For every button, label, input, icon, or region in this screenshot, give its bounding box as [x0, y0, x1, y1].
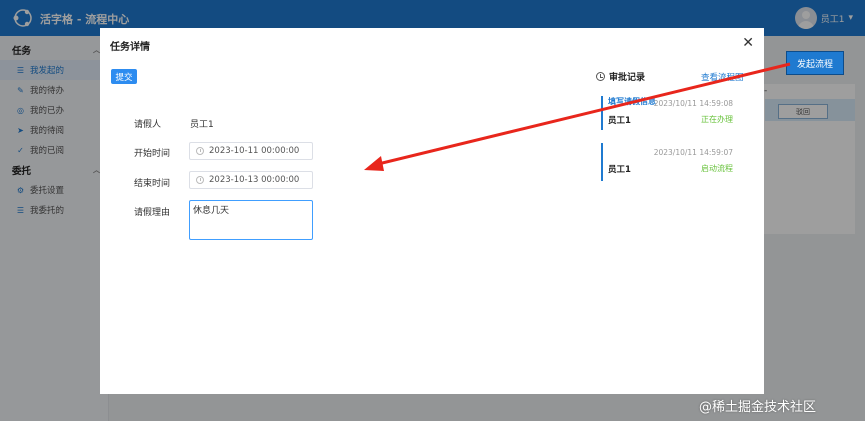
launch-process-button[interactable]: 发起流程: [786, 51, 844, 75]
requester-value: 员工1: [190, 120, 214, 130]
record-time: 2023/10/11 14:59:07: [653, 148, 733, 157]
reason-label: 请假理由: [134, 208, 171, 218]
close-icon[interactable]: ✕: [742, 35, 754, 51]
requester-label: 请假人: [134, 120, 162, 130]
submit-button[interactable]: 提交: [111, 69, 137, 84]
record-user: 员工1: [608, 165, 631, 175]
reason-textarea[interactable]: 休息几天: [189, 200, 313, 240]
record-user: 员工1: [608, 116, 631, 126]
record-time: 2023/10/11 14:59:08: [653, 99, 733, 108]
approval-record-header: 审批记录: [596, 70, 645, 83]
clock-icon: [196, 147, 204, 155]
record-status: 启动流程: [701, 164, 733, 173]
end-time-field[interactable]: 2023-10-13 00:00:00: [189, 171, 313, 189]
start-time-label: 开始时间: [134, 149, 171, 159]
clock-icon: [196, 176, 204, 184]
end-time-label: 结束时间: [134, 179, 171, 189]
approval-record: 2023/10/11 14:59:07 员工1 启动流程: [601, 143, 735, 181]
view-flowchart-link[interactable]: 查看流程图: [701, 71, 744, 83]
dialog-title: 任务详情: [110, 42, 150, 53]
task-detail-dialog: 任务详情 ✕ 提交 请假人 员工1 开始时间 2023-10-11 00:00:…: [100, 28, 764, 394]
record-status: 正在办理: [701, 115, 733, 124]
approval-record: 填写请假信息 2023/10/11 14:59:08 员工1 正在办理: [601, 96, 735, 130]
history-icon: [596, 72, 605, 81]
watermark: @稀土掘金技术社区: [699, 400, 817, 415]
start-time-field[interactable]: 2023-10-11 00:00:00: [189, 142, 313, 160]
